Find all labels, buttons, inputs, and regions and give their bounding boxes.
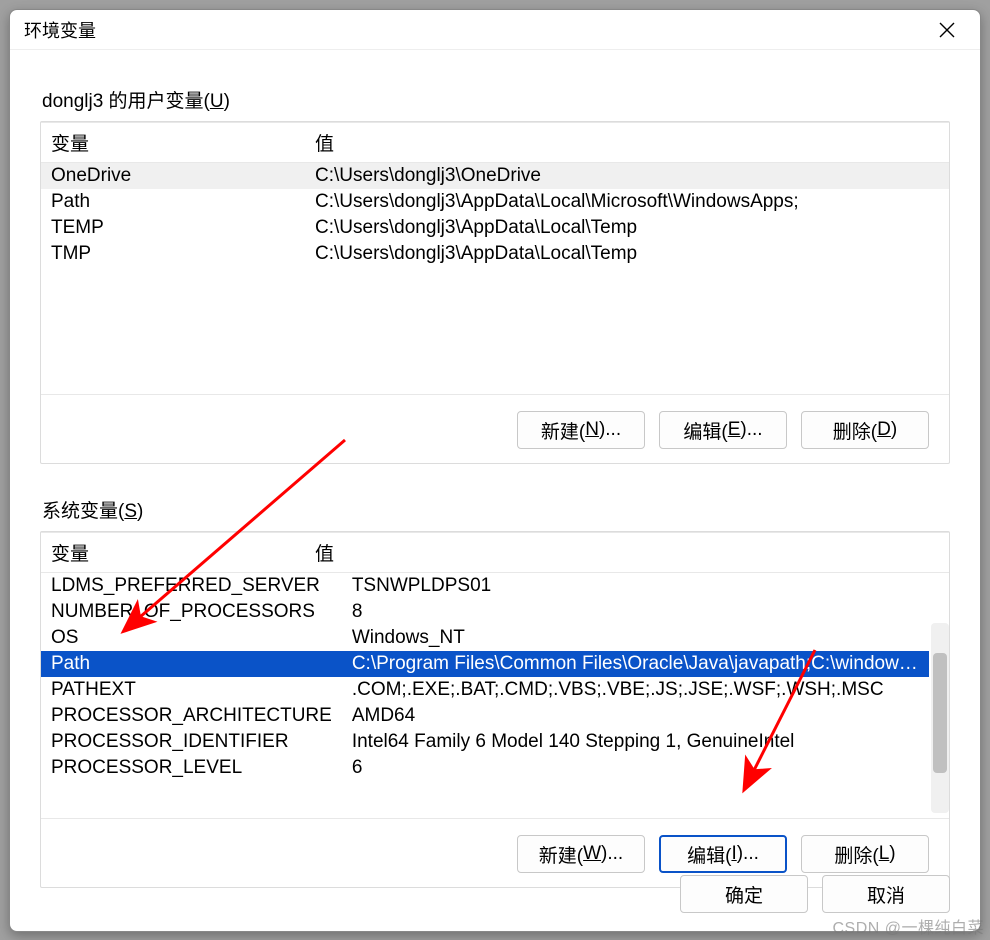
close-icon	[939, 22, 955, 38]
var-name: PROCESSOR_LEVEL	[41, 755, 342, 781]
system-buttons: 新建(W)... 编辑(I)... 删除(L)	[41, 819, 949, 873]
table-row[interactable]: PROCESSOR_ARCHITECTUREAMD64	[41, 703, 929, 729]
var-value: C:\Users\donglj3\AppData\Local\Temp	[305, 241, 949, 267]
system-edit-button[interactable]: 编辑(I)...	[659, 835, 787, 873]
user-edit-button[interactable]: 编辑(E)...	[659, 411, 787, 449]
system-vars-group: 变量 值 LDMS_PREFERRED_SERVERTSNWPLDPS01NUM…	[40, 531, 950, 888]
var-name: PATHEXT	[41, 677, 342, 703]
user-vars-table[interactable]: 变量 值	[41, 122, 949, 163]
close-button[interactable]	[928, 11, 966, 49]
scrollbar-thumb[interactable]	[933, 653, 947, 773]
var-name: NUMBER_OF_PROCESSORS	[41, 599, 342, 625]
titlebar: 环境变量	[10, 10, 980, 50]
sys-col-name[interactable]: 变量	[41, 533, 305, 573]
var-value: AMD64	[342, 703, 929, 729]
table-row[interactable]: PROCESSOR_LEVEL6	[41, 755, 929, 781]
var-value: Intel64 Family 6 Model 140 Stepping 1, G…	[342, 729, 929, 755]
table-row[interactable]: PathC:\Users\donglj3\AppData\Local\Micro…	[41, 189, 949, 215]
dialog-title: 环境变量	[24, 17, 928, 43]
var-name: PROCESSOR_IDENTIFIER	[41, 729, 342, 755]
var-name: OS	[41, 625, 342, 651]
var-name: TEMP	[41, 215, 305, 241]
system-delete-button[interactable]: 删除(L)	[801, 835, 929, 873]
var-name: Path	[41, 189, 305, 215]
table-row[interactable]: LDMS_PREFERRED_SERVERTSNWPLDPS01	[41, 573, 929, 599]
user-buttons: 新建(N)... 编辑(E)... 删除(D)	[41, 395, 949, 449]
var-value: C:\Users\donglj3\AppData\Local\Microsoft…	[305, 189, 949, 215]
table-row[interactable]: PROCESSOR_IDENTIFIERIntel64 Family 6 Mod…	[41, 729, 929, 755]
var-value: C:\Program Files\Common Files\Oracle\Jav…	[342, 651, 929, 677]
var-name: OneDrive	[41, 163, 305, 189]
table-row[interactable]: OneDriveC:\Users\donglj3\OneDrive	[41, 163, 949, 189]
table-row[interactable]: OSWindows_NT	[41, 625, 929, 651]
sys-col-value[interactable]: 值	[305, 533, 949, 573]
user-vars-label: donglj3 的用户变量(U)	[42, 86, 950, 113]
var-value: C:\Users\donglj3\OneDrive	[305, 163, 949, 189]
cancel-button[interactable]: 取消	[822, 875, 950, 913]
user-col-name[interactable]: 变量	[41, 123, 305, 163]
var-value: .COM;.EXE;.BAT;.CMD;.VBS;.VBE;.JS;.JSE;.…	[342, 677, 929, 703]
var-name: PROCESSOR_ARCHITECTURE	[41, 703, 342, 729]
table-row[interactable]: NUMBER_OF_PROCESSORS8	[41, 599, 929, 625]
environment-variables-dialog: 环境变量 donglj3 的用户变量(U) 变量 值 OneDriveC	[9, 9, 981, 932]
system-new-button[interactable]: 新建(W)...	[517, 835, 645, 873]
dialog-footer: 确定 取消	[680, 875, 950, 913]
user-delete-button[interactable]: 删除(D)	[801, 411, 929, 449]
table-row[interactable]: PATHEXT.COM;.EXE;.BAT;.CMD;.VBS;.VBE;.JS…	[41, 677, 929, 703]
var-value: TSNWPLDPS01	[342, 573, 929, 599]
user-col-value[interactable]: 值	[305, 123, 949, 163]
var-value: 8	[342, 599, 929, 625]
var-value: 6	[342, 755, 929, 781]
user-vars-group: 变量 值 OneDriveC:\Users\donglj3\OneDrivePa…	[40, 121, 950, 464]
watermark: CSDN @一棵纯白菜	[832, 914, 984, 938]
table-row[interactable]: TMPC:\Users\donglj3\AppData\Local\Temp	[41, 241, 949, 267]
var-name: Path	[41, 651, 342, 677]
user-new-button[interactable]: 新建(N)...	[517, 411, 645, 449]
var-value: Windows_NT	[342, 625, 929, 651]
var-name: TMP	[41, 241, 305, 267]
var-name: LDMS_PREFERRED_SERVER	[41, 573, 342, 599]
system-vars-table-header[interactable]: 变量 值	[41, 532, 949, 573]
table-row[interactable]: TEMPC:\Users\donglj3\AppData\Local\Temp	[41, 215, 949, 241]
table-row[interactable]: PathC:\Program Files\Common Files\Oracle…	[41, 651, 929, 677]
system-scrollbar[interactable]	[931, 623, 949, 813]
var-value: C:\Users\donglj3\AppData\Local\Temp	[305, 215, 949, 241]
ok-button[interactable]: 确定	[680, 875, 808, 913]
system-vars-label: 系统变量(S)	[42, 496, 950, 523]
